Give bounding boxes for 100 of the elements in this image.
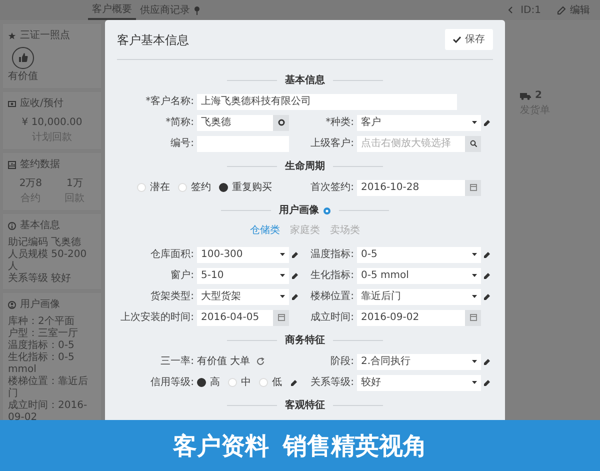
field-label: 三一率:	[160, 354, 195, 369]
section-title: 商务特征	[285, 333, 325, 348]
stat-value: ¥ 10,000.00	[22, 116, 82, 130]
info-line: 关系等级 较好	[8, 273, 72, 285]
field-label: *客户名称:	[144, 94, 195, 109]
radio-label: 签约	[191, 181, 211, 195]
field-label: 货架类型:	[150, 290, 195, 304]
field-label: *种类:	[324, 116, 355, 130]
person-icon	[8, 300, 16, 308]
edit-icon[interactable]	[291, 272, 299, 280]
radio-label: 重复购买	[232, 180, 272, 195]
info-icon	[8, 222, 16, 230]
radio-label: 高	[210, 376, 220, 390]
caret-icon	[472, 253, 477, 256]
info-line: 生化指标：0-5 mmol	[8, 352, 76, 376]
thumbs-up-icon	[12, 47, 34, 69]
select-field[interactable]: 大型货架	[197, 288, 289, 304]
save-button[interactable]: 保存	[445, 29, 493, 50]
field-label: 仓库面积:	[150, 248, 195, 262]
field-label: *简称:	[164, 116, 195, 130]
select-field[interactable]: 2.合同执行	[357, 354, 481, 370]
edit-icon[interactable]	[483, 118, 491, 126]
back-icon[interactable]	[508, 6, 513, 14]
stat-value: 2万8	[19, 177, 42, 191]
field-label: 成立时间:	[310, 310, 355, 325]
stat-value: 1万	[66, 177, 83, 191]
card-title: 三证一照点	[20, 28, 70, 43]
field-label: 关系等级:	[310, 376, 355, 390]
card-title: 基本信息	[20, 218, 60, 233]
edit-icon[interactable]	[483, 272, 491, 280]
dialog-title: 客户基本信息	[117, 32, 189, 48]
refresh-icon[interactable]	[256, 357, 266, 366]
input-field[interactable]: 飞奥德	[197, 114, 273, 130]
select-field[interactable]: 较好	[357, 374, 481, 390]
date-field[interactable]: 2016-10-28	[357, 180, 465, 196]
field-label: 信用等级:	[150, 376, 195, 390]
calendar-button[interactable]	[465, 180, 481, 196]
star-icon	[8, 32, 16, 40]
card-title: 签约数据	[20, 158, 60, 172]
radio-button[interactable]	[197, 378, 206, 387]
select-field[interactable]: 5-10	[197, 268, 289, 284]
select-field[interactable]: 靠近后门	[357, 288, 481, 304]
info-line: 成立时间：2016-09-02	[8, 400, 88, 424]
settings-button[interactable]	[273, 114, 289, 130]
info-line: 温度指标：0-5	[8, 340, 76, 352]
caret-icon	[280, 253, 285, 256]
calendar-button[interactable]	[465, 310, 481, 326]
field-label: 生化指标:	[310, 268, 355, 283]
section-title: 基本信息	[285, 74, 325, 88]
pin-icon	[194, 6, 200, 14]
edit-icon[interactable]	[483, 292, 491, 300]
section-title: 用户画像	[279, 203, 319, 218]
caret-icon	[472, 381, 477, 384]
edit-icon[interactable]	[483, 378, 491, 386]
field-label: 阶段:	[330, 355, 355, 369]
card-title: 用户画像	[20, 298, 60, 312]
chart-icon	[8, 160, 16, 168]
caret-icon	[472, 274, 477, 277]
info-line: 户型：三室一厅	[8, 328, 79, 340]
field-label: 上次安装的时间:	[120, 310, 195, 325]
edit-icon[interactable]	[291, 292, 299, 300]
radio-label: 潜在	[150, 180, 170, 195]
caret-icon	[472, 360, 477, 363]
banner-title: 客户资料	[173, 430, 269, 462]
select-field[interactable]: 客户	[357, 114, 481, 130]
gear-icon	[278, 119, 284, 126]
banner-subtitle: 销售精英视角	[283, 430, 427, 462]
radio-button[interactable]	[219, 183, 228, 192]
tag-text: 有价值 大单	[197, 354, 250, 369]
section-title: 生命周期	[285, 160, 325, 174]
caret-icon	[280, 274, 285, 277]
select-field[interactable]: 0-5 mmol	[357, 268, 481, 284]
calendar-icon	[470, 184, 476, 191]
caret-icon	[472, 295, 477, 298]
date-field[interactable]: 2016-09-02	[357, 310, 465, 326]
edit-icon[interactable]	[290, 378, 298, 386]
field-label: 楼梯位置:	[310, 290, 355, 304]
search-icon	[470, 140, 476, 147]
date-field[interactable]: 2016-04-05	[197, 310, 273, 326]
caret-icon	[472, 121, 477, 124]
edit-icon[interactable]	[291, 250, 299, 258]
delivery-count: 2	[535, 89, 542, 103]
field-label: 窗户:	[170, 268, 195, 283]
search-button[interactable]	[465, 136, 481, 152]
info-line: 人员规模 50-200人	[8, 249, 88, 272]
money-icon	[8, 100, 16, 108]
edit-icon[interactable]	[483, 250, 491, 258]
field-label: 首次签约:	[310, 181, 355, 195]
pencil-icon	[557, 6, 566, 14]
input-field[interactable]: 上海飞奥德科技有限公司	[197, 94, 457, 110]
badge-label: 有价值	[8, 70, 38, 84]
calendar-button[interactable]	[273, 310, 289, 326]
info-line: 库种：2个平面	[8, 316, 76, 328]
select-field[interactable]: 100-300	[197, 246, 289, 262]
caret-icon	[280, 295, 285, 298]
edit-icon[interactable]	[483, 358, 491, 366]
calendar-icon	[470, 314, 476, 321]
card-title: 应收/预付	[20, 96, 64, 111]
select-field[interactable]: 0-5	[357, 246, 481, 262]
radio-label: 低	[272, 376, 282, 390]
